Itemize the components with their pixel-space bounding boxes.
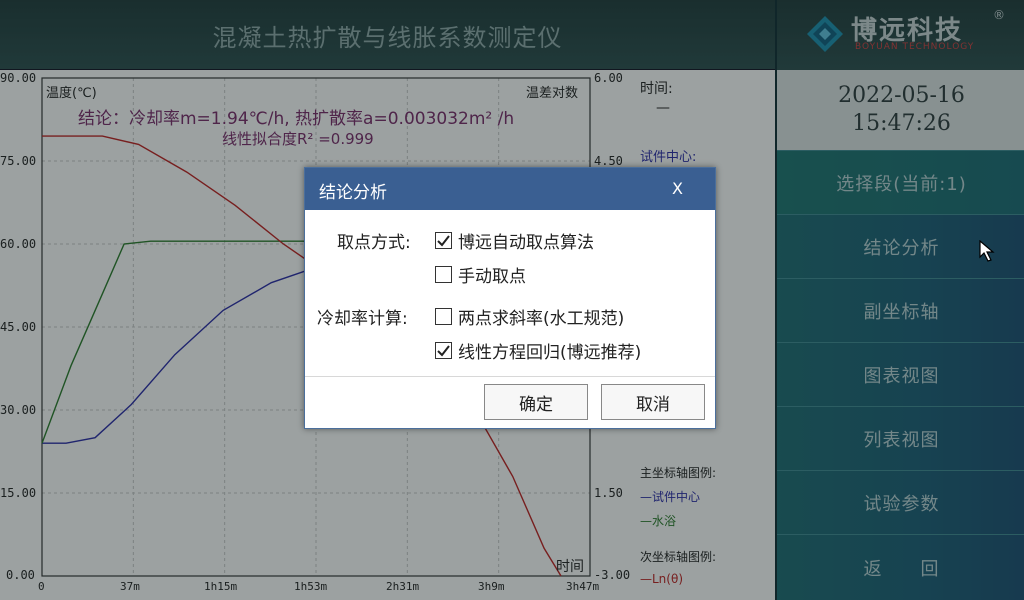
dialog-titlebar: 结论分析 X bbox=[305, 168, 715, 210]
checkbox-unchecked-icon[interactable] bbox=[435, 266, 452, 283]
option-linear-regression[interactable]: 线性方程回归(博远推荐) bbox=[435, 338, 641, 363]
dialog-separator bbox=[305, 376, 715, 377]
cancel-button[interactable]: 取消 bbox=[601, 384, 705, 420]
ok-button[interactable]: 确定 bbox=[484, 384, 588, 420]
pick-method-label: 取点方式: bbox=[337, 233, 411, 253]
conclusion-analysis-dialog: 结论分析 X 取点方式: 博远自动取点算法 手动取点 冷却率计算: 两点求斜率(… bbox=[304, 167, 716, 429]
cooling-rate-label: 冷却率计算: bbox=[317, 309, 408, 329]
dialog-title: 结论分析 bbox=[319, 183, 387, 203]
option-label: 线性方程回归(博远推荐) bbox=[458, 343, 642, 363]
option-label: 两点求斜率(水工规范) bbox=[458, 309, 625, 329]
option-auto-pick[interactable]: 博远自动取点算法 bbox=[435, 228, 594, 253]
checkbox-checked-icon[interactable] bbox=[435, 232, 452, 249]
mouse-cursor-icon bbox=[979, 240, 995, 262]
option-manual-pick[interactable]: 手动取点 bbox=[435, 262, 526, 287]
option-label: 博远自动取点算法 bbox=[458, 233, 594, 253]
close-icon[interactable]: X bbox=[672, 179, 683, 198]
checkbox-unchecked-icon[interactable] bbox=[435, 308, 452, 325]
option-label: 手动取点 bbox=[458, 267, 526, 287]
checkbox-checked-icon[interactable] bbox=[435, 342, 452, 359]
option-two-point-slope[interactable]: 两点求斜率(水工规范) bbox=[435, 304, 624, 329]
